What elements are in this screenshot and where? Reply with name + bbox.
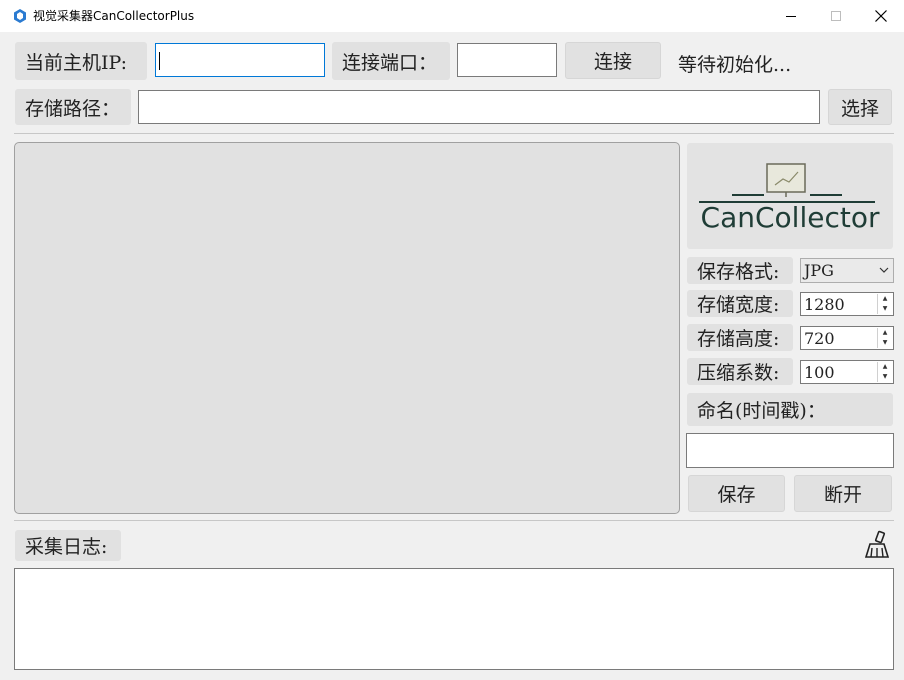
height-value: 720 [804,328,835,348]
minimize-button[interactable] [768,0,814,32]
spin-up-icon[interactable]: ▲ [878,294,892,304]
choose-path-button[interactable]: 选择 [828,89,892,125]
host-ip-input[interactable] [155,43,325,77]
naming-label: 命名(时间戳)： [687,393,893,426]
spin-down-icon[interactable]: ▼ [878,372,892,382]
spin-up-icon[interactable]: ▲ [878,328,892,338]
port-label: 连接端口： [332,42,450,80]
height-spin-buttons[interactable]: ▲ ▼ [877,328,892,348]
title-bar: 视觉采集器CanCollectorPlus [0,0,904,32]
height-label: 存储高度: [687,324,793,351]
compress-spin-buttons[interactable]: ▲ ▼ [877,362,892,382]
connect-button[interactable]: 连接 [565,42,661,79]
window-title: 视觉采集器CanCollectorPlus [33,9,195,23]
divider [14,520,894,521]
naming-input[interactable] [686,433,894,468]
spin-up-icon[interactable]: ▲ [878,362,892,372]
log-label: 采集日志: [15,530,121,561]
compress-label: 压缩系数: [687,358,793,385]
log-textarea[interactable] [14,568,894,670]
compress-spinbox[interactable]: 100 ▲ ▼ [800,360,894,384]
divider [14,133,894,134]
spin-down-icon[interactable]: ▼ [878,338,892,348]
text-caret [159,52,160,70]
spin-down-icon[interactable]: ▼ [878,304,892,314]
storage-path-label: 存储路径： [15,89,131,125]
maximize-button[interactable] [813,0,859,32]
width-spin-buttons[interactable]: ▲ ▼ [877,294,892,314]
status-text: 等待初始化... [678,54,792,76]
width-label: 存储宽度: [687,290,793,317]
save-button[interactable]: 保存 [688,475,785,512]
disconnect-button[interactable]: 断开 [794,475,892,512]
host-ip-label: 当前主机IP: [15,42,147,80]
logo-panel: CanCollector [687,143,893,249]
width-spinbox[interactable]: 1280 ▲ ▼ [800,292,894,316]
close-button[interactable] [858,0,904,32]
width-value: 1280 [804,294,845,314]
image-preview-area [14,142,680,514]
format-label: 保存格式: [687,257,793,284]
chevron-down-icon [879,267,889,273]
app-icon [12,7,28,23]
format-select[interactable]: JPG [800,258,894,283]
logo-text: CanCollector [700,201,880,234]
height-spinbox[interactable]: 720 ▲ ▼ [800,326,894,350]
port-input[interactable] [457,43,557,77]
broom-icon[interactable] [862,530,892,560]
compress-value: 100 [804,362,835,382]
format-value: JPG [804,261,834,280]
storage-path-input[interactable] [138,90,820,124]
